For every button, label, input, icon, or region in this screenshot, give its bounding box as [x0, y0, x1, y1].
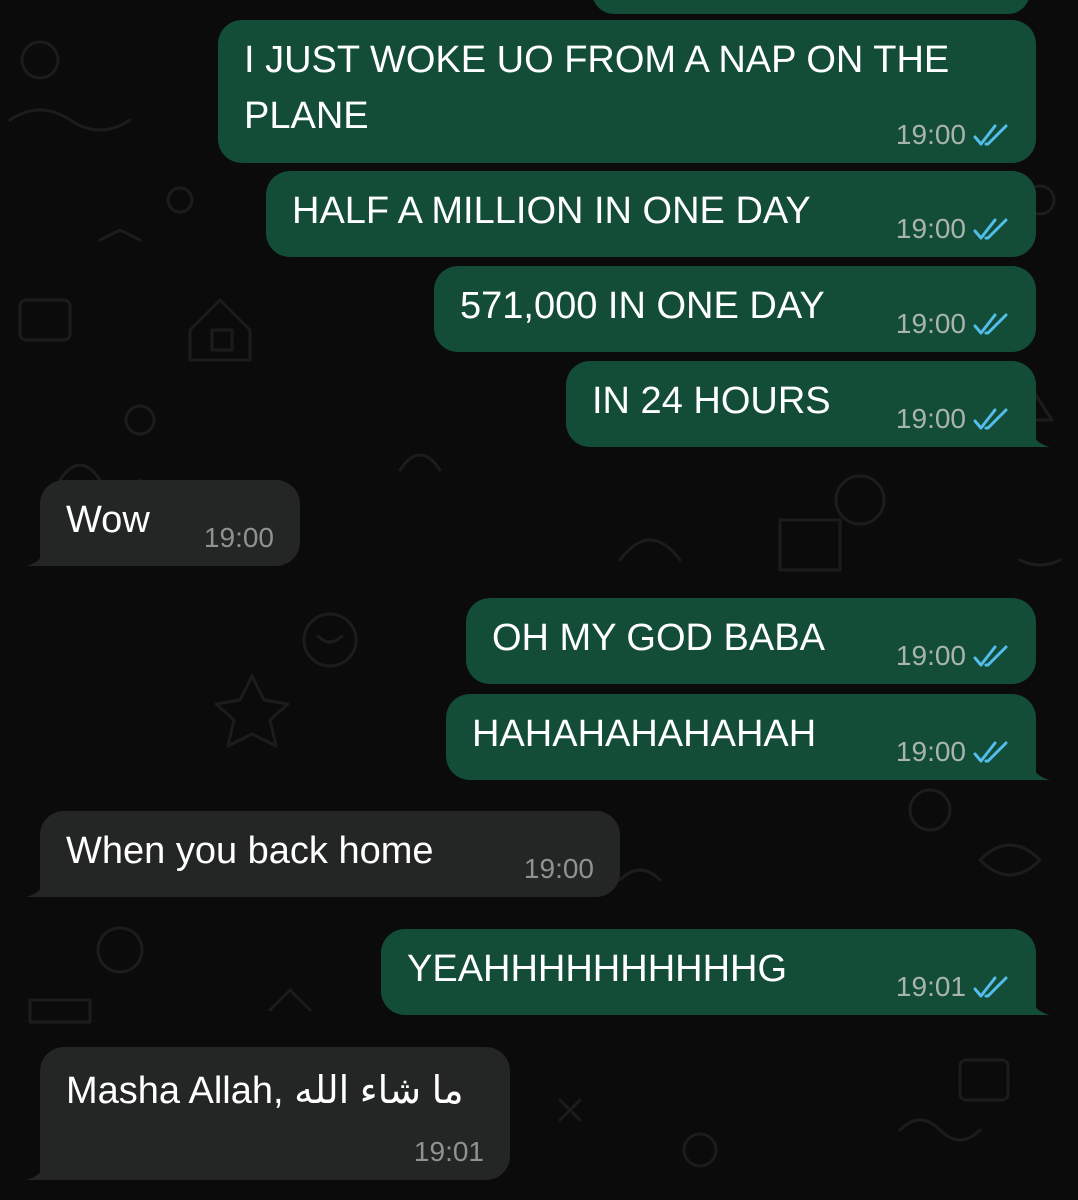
message-time: 19:00 [203, 522, 274, 553]
message-time: 19:00 [895, 403, 966, 434]
message-text: IN 24 HOURS [592, 380, 831, 422]
chat-area[interactable]: I JUST WOKE UO FROM A NAP ON THE PLANE 1… [0, 0, 1078, 1200]
message-time: 19:00 [895, 640, 966, 671]
message-text: Wow [66, 499, 150, 541]
message-time: 19:01 [895, 971, 966, 1002]
outgoing-message[interactable]: YEAHHHHHHHHHHG 19:01 [381, 929, 1050, 1015]
message-text: HAHAHAHAHAHAH [472, 713, 817, 755]
incoming-message[interactable]: Wow 19:00 [26, 480, 300, 566]
message-time: 19:01 [413, 1136, 484, 1167]
previous-message-bubble [592, 0, 1030, 14]
message-time: 19:00 [895, 119, 966, 150]
bubble-tail [1030, 993, 1050, 1015]
bubble-tail [1030, 758, 1050, 780]
outgoing-message[interactable]: HALF A MILLION IN ONE DAY 19:00 [266, 171, 1036, 257]
message-text: Masha Allah, ما شاء الله [66, 1070, 464, 1112]
double-check-read-icon [973, 408, 1008, 430]
message-time: 19:00 [895, 213, 966, 244]
double-check-read-icon [973, 218, 1008, 240]
outgoing-message[interactable]: 571,000 IN ONE DAY 19:00 [434, 266, 1036, 352]
double-check-read-icon [973, 313, 1008, 335]
bubble-tail [26, 1158, 46, 1180]
message-text-line: I JUST WOKE UO FROM A NAP ON THE [244, 39, 950, 81]
message-text-line: PLANE [244, 95, 369, 137]
double-check-read-icon [973, 741, 1008, 763]
message-text: HALF A MILLION IN ONE DAY [292, 190, 811, 232]
double-check-read-icon [973, 976, 1008, 998]
incoming-message[interactable]: When you back home 19:00 [26, 811, 620, 897]
message-time: 19:00 [895, 308, 966, 339]
message-text: 571,000 IN ONE DAY [460, 285, 825, 327]
outgoing-message[interactable]: OH MY GOD BABA 19:00 [466, 598, 1036, 684]
outgoing-message[interactable]: IN 24 HOURS 19:00 [566, 361, 1050, 447]
double-check-read-icon [973, 124, 1008, 146]
message-time: 19:00 [523, 853, 594, 884]
bubble-tail [1030, 425, 1050, 447]
double-check-read-icon [973, 645, 1008, 667]
bubble-tail [26, 544, 46, 566]
message-text: OH MY GOD BABA [492, 617, 825, 659]
message-time: 19:00 [895, 736, 966, 767]
outgoing-message[interactable]: HAHAHAHAHAHAH 19:00 [446, 694, 1050, 780]
message-text: When you back home [66, 830, 434, 872]
message-text: YEAHHHHHHHHHHG [407, 948, 788, 990]
incoming-message[interactable]: Masha Allah, ما شاء الله 19:01 [26, 1047, 510, 1180]
bubble-tail [26, 875, 46, 897]
outgoing-message[interactable]: I JUST WOKE UO FROM A NAP ON THE PLANE 1… [218, 20, 1036, 163]
